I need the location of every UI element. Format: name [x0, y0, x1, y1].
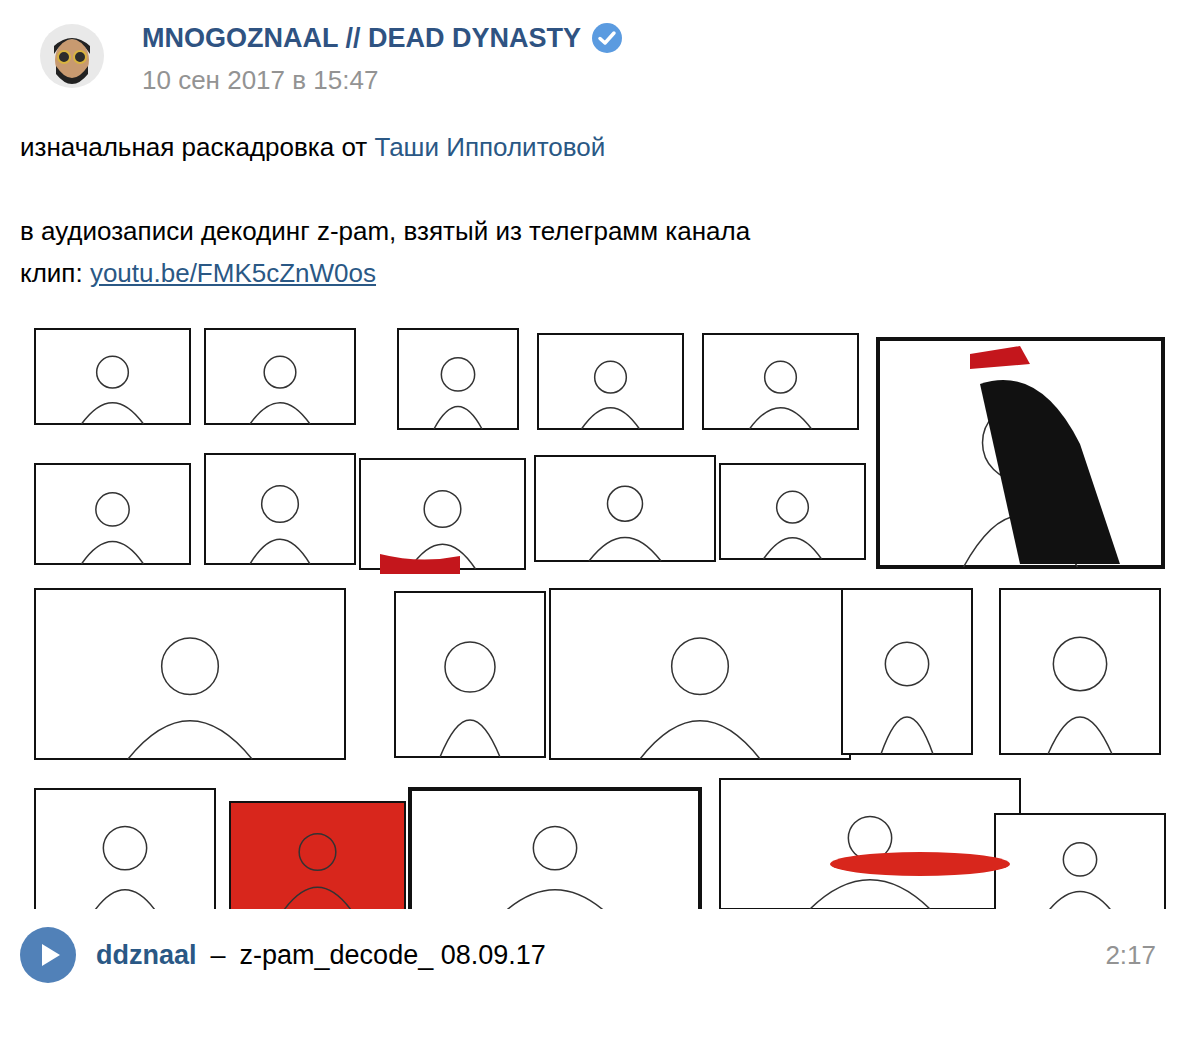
storyboard-drawing-icon — [20, 324, 1166, 909]
audio-title: z-pam_decode_ 08.09.17 — [240, 937, 546, 973]
audio-duration: 2:17 — [1105, 936, 1156, 975]
author-name[interactable]: MNOGOZNAAL // DEAD DYNASTY — [142, 20, 581, 56]
mention-link[interactable]: Таши Ипполитовой — [374, 132, 605, 162]
url-link[interactable]: youtu.be/FMK5cZnW0os — [90, 258, 376, 288]
audio-row: ddznaal–z-pam_decode_ 08.09.17 2:17 — [0, 909, 1186, 983]
storyboard-image[interactable] — [0, 294, 1186, 909]
play-icon[interactable] — [20, 927, 76, 983]
post-date[interactable]: 10 сен 2017 в 15:47 — [142, 64, 623, 96]
post-header: MNOGOZNAAL // DEAD DYNASTY 10 сен 2017 в … — [0, 0, 1186, 96]
text-line: клип: youtu.be/FMK5cZnW0os — [20, 252, 1166, 294]
verified-icon — [591, 22, 623, 54]
text-line: изначальная раскадровка от Таши Ипполито… — [20, 126, 1166, 168]
avatar-icon[interactable] — [40, 24, 104, 88]
text: клип: — [20, 258, 90, 288]
post-text: изначальная раскадровка от Таши Ипполито… — [0, 96, 1186, 294]
audio-artist[interactable]: ddznaal — [96, 937, 197, 973]
text-line: в аудиозаписи декодинг z-pam, взятый из … — [20, 210, 1166, 252]
text: в аудиозаписи декодинг z-pam, взятый из … — [20, 216, 750, 246]
text: изначальная раскадровка от — [20, 132, 374, 162]
audio-separator: – — [211, 937, 226, 973]
post: MNOGOZNAAL // DEAD DYNASTY 10 сен 2017 в … — [0, 0, 1186, 1040]
